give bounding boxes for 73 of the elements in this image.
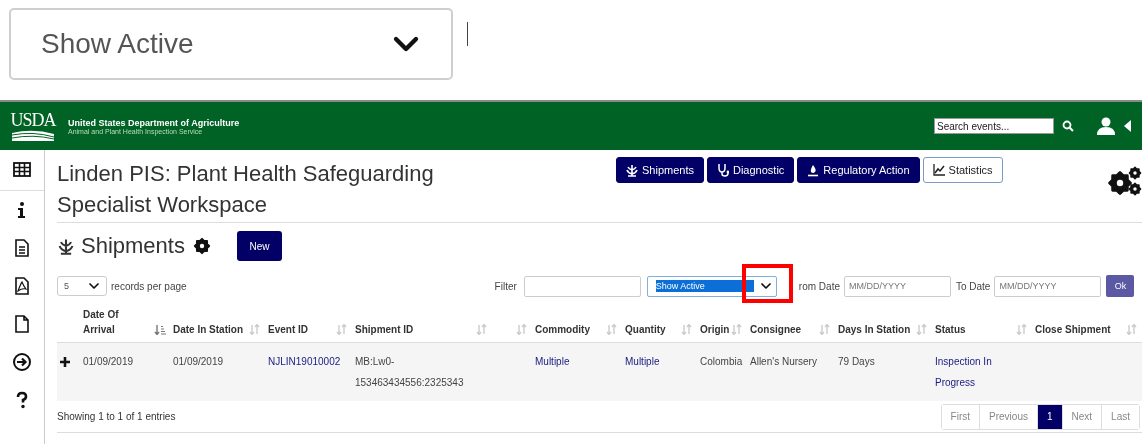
- sort-icon[interactable]: [476, 324, 488, 335]
- sort-icon[interactable]: [916, 324, 928, 335]
- usda-logo: USDA: [10, 111, 56, 141]
- section-title: Shipments: [81, 233, 185, 259]
- sort-icon[interactable]: [516, 324, 528, 335]
- table-cell-text: 01/09/2019: [173, 355, 225, 369]
- column-header[interactable]: Origin: [700, 322, 744, 337]
- nav-button[interactable]: Diagnostic: [707, 157, 795, 183]
- user-icon: [1096, 117, 1116, 135]
- from-date-label: rom Date: [798, 280, 840, 292]
- sort-icon[interactable]: [606, 324, 618, 335]
- nav-button[interactable]: Shipments: [616, 157, 704, 183]
- nav-button[interactable]: Regulatory Action: [797, 157, 920, 183]
- search-icon: [1062, 120, 1074, 132]
- expand-icon[interactable]: [60, 357, 70, 367]
- plant-icon: [626, 163, 638, 177]
- status-dropdown[interactable]: Show Active: [9, 8, 453, 80]
- table-cell-text: 79 Days: [838, 355, 876, 369]
- column-header[interactable]: Status: [935, 322, 1029, 337]
- sort-icon[interactable]: [249, 324, 261, 335]
- highlight-box: [741, 263, 793, 303]
- table-cell-text: Colombia: [700, 355, 744, 369]
- nav-button[interactable]: Statistics: [922, 157, 1003, 183]
- settings-icon[interactable]: [1108, 166, 1142, 196]
- line-chart-icon: [932, 163, 945, 177]
- column-header[interactable]: Consignee: [750, 322, 832, 337]
- page-button[interactable]: First: [941, 404, 981, 429]
- plant-icon: [57, 237, 75, 255]
- document-icon[interactable]: [13, 239, 31, 257]
- arrow-circle-icon[interactable]: [13, 353, 31, 371]
- table-cell-text: Allen's Nursery: [750, 355, 818, 369]
- stethoscope-icon: [717, 163, 729, 177]
- blank-document-icon[interactable]: [13, 315, 31, 333]
- department-name: United States Department of Agriculture: [68, 117, 240, 128]
- status-dropdown[interactable]: Show Active: [646, 275, 777, 297]
- column-header[interactable]: Event ID: [268, 322, 349, 337]
- column-header[interactable]: Date Of Arrival: [83, 307, 167, 337]
- text-cursor: [467, 22, 468, 46]
- page-title: Linden PIS: Plant Health Safeguarding Specialist Workspace: [57, 160, 435, 219]
- filter-field[interactable]: [523, 275, 641, 297]
- caret-left-icon: [1124, 120, 1132, 132]
- pdf-document-icon[interactable]: [13, 277, 31, 295]
- chevron-down-icon: [759, 280, 772, 292]
- page-size-label: records per page: [111, 280, 187, 292]
- sort-icon[interactable]: [731, 324, 743, 335]
- sort-icon[interactable]: [1126, 324, 1138, 335]
- sort-icon[interactable]: [681, 324, 693, 335]
- entries-info: Showing 1 to 1 of 1 entries: [57, 411, 176, 422]
- column-header[interactable]: Date In Station: [173, 322, 262, 337]
- search-field[interactable]: Search events...: [934, 118, 1054, 134]
- table-cell-text: 01/09/2019: [83, 355, 135, 369]
- sort-icon[interactable]: [819, 324, 831, 335]
- to-date-field[interactable]: MM/DD/YYYY: [994, 275, 1102, 297]
- from-date-field[interactable]: MM/DD/YYYY: [843, 275, 951, 297]
- page-button[interactable]: 1: [1037, 404, 1063, 429]
- settings-icon[interactable]: [192, 237, 211, 255]
- column-header[interactable]: Days In Station: [838, 322, 929, 337]
- drop-icon: [807, 163, 820, 177]
- table-grid-icon[interactable]: [13, 161, 31, 179]
- to-date-label: To Date: [955, 280, 991, 292]
- table-cell-text: MB:Lw0-153463434556:2325343: [355, 355, 465, 390]
- sort-icon[interactable]: [336, 324, 348, 335]
- page-size-dropdown[interactable]: 5: [57, 276, 107, 296]
- ok-button[interactable]: Ok: [1106, 275, 1135, 297]
- sort-icon[interactable]: [1016, 324, 1028, 335]
- column-header[interactable]: Commodity: [535, 322, 619, 337]
- column-header[interactable]: Close Shipment: [1035, 322, 1139, 337]
- column-header[interactable]: Shipment ID: [355, 322, 489, 337]
- sort-ascending-icon[interactable]: [154, 324, 166, 335]
- chevron-down-icon: [88, 280, 100, 292]
- column-header[interactable]: Quantity: [625, 322, 694, 337]
- filter-label: Filter: [494, 280, 517, 292]
- new-button[interactable]: New: [236, 231, 282, 261]
